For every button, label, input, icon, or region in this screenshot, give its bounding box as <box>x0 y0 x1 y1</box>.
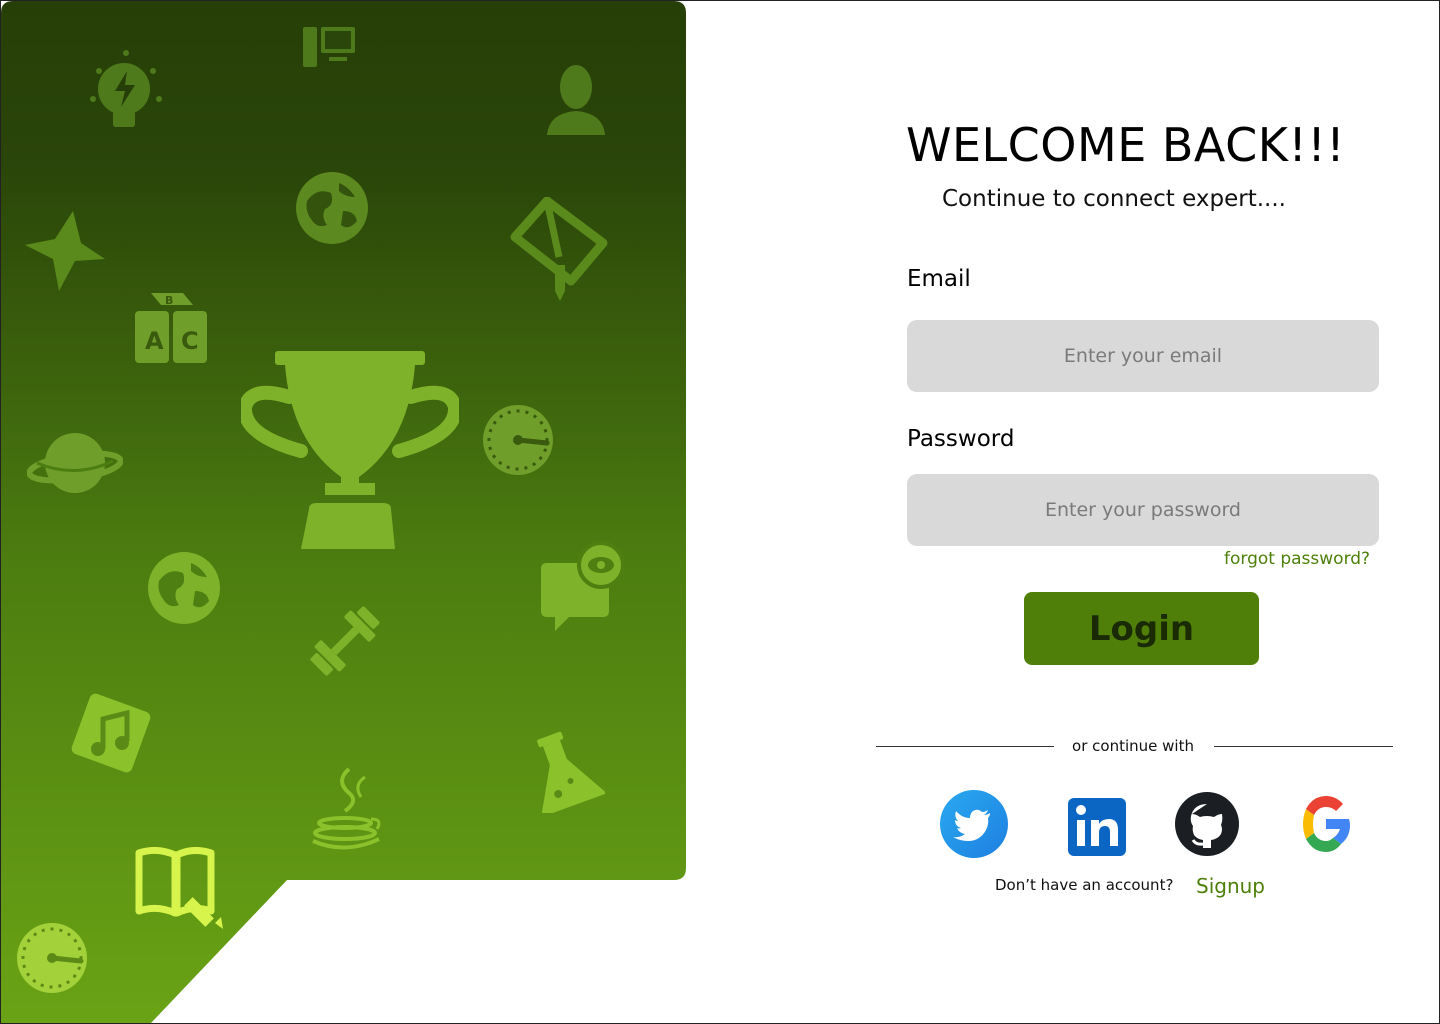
speedometer-icon <box>15 921 89 999</box>
svg-text:B: B <box>165 294 173 307</box>
divider-line-right <box>1214 746 1393 747</box>
page-title: WELCOME BACK!!! <box>906 118 1346 172</box>
page-subtitle: Continue to connect expert.... <box>942 186 1286 212</box>
forgot-password-link[interactable]: forgot password? <box>1224 549 1370 569</box>
java-icon <box>305 767 385 855</box>
linkedin-icon <box>1068 798 1126 856</box>
computer-icon <box>303 25 357 73</box>
trophy-icon <box>238 351 462 555</box>
globe-icon <box>295 171 369 249</box>
signup-prompt: Don’t have an account? <box>995 876 1174 894</box>
email-field[interactable] <box>907 320 1379 392</box>
google-button[interactable] <box>1292 790 1360 858</box>
speedometer-icon <box>481 403 555 481</box>
hero-panel: A C B <box>1 1 686 1023</box>
planet-icon <box>26 429 124 503</box>
chat-eye-icon <box>539 541 629 637</box>
twitter-button[interactable] <box>940 790 1008 858</box>
svg-text:A: A <box>145 327 164 355</box>
lightbulb-icon <box>89 49 163 137</box>
divider-line-left <box>876 746 1054 747</box>
email-label: Email <box>907 266 971 292</box>
github-button[interactable] <box>1172 790 1240 858</box>
github-icon <box>1175 792 1239 856</box>
signup-link[interactable]: Signup <box>1196 874 1265 898</box>
login-button[interactable]: Login <box>1024 592 1259 665</box>
book-pencil-icon <box>133 846 227 933</box>
password-field[interactable] <box>907 474 1379 546</box>
google-icon <box>1303 796 1350 852</box>
abc-blocks-icon: A C B <box>133 291 209 371</box>
flask-icon <box>521 731 607 818</box>
divider-text: or continue with <box>1058 737 1208 755</box>
person-icon <box>545 63 607 141</box>
linkedin-button[interactable] <box>1064 790 1132 858</box>
star-icon <box>23 209 107 297</box>
book-icon <box>509 196 609 309</box>
svg-text:C: C <box>181 327 199 355</box>
globe-icon <box>147 551 221 629</box>
music-note-icon <box>65 687 157 783</box>
dumbbell-icon <box>303 601 387 685</box>
password-label: Password <box>907 426 1015 452</box>
twitter-icon <box>940 790 1008 858</box>
